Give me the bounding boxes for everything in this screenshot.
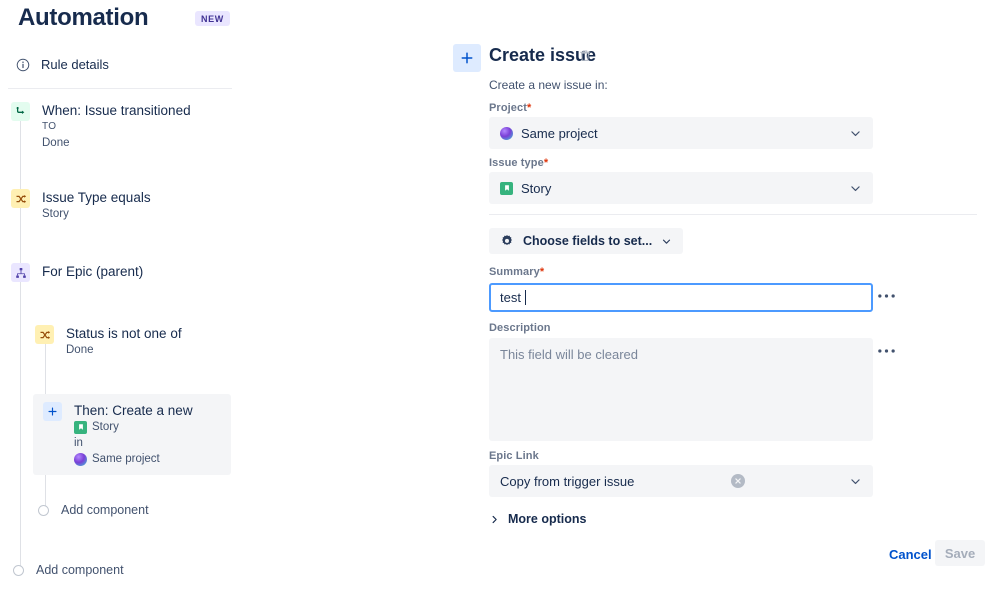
project-avatar-icon	[74, 452, 87, 466]
project-avatar-icon	[500, 126, 513, 140]
tree-node-title: Then: Create a new	[74, 403, 193, 418]
story-icon	[74, 420, 87, 434]
tree-node-connector-word: in	[74, 437, 83, 449]
issue-type-select-value: Story	[521, 180, 552, 196]
create-issue-detail-panel: Create issue Create a new issue in: Proj…	[445, 0, 998, 598]
description-field-label: Description	[489, 322, 551, 334]
required-marker: *	[527, 102, 532, 114]
project-label: Same project	[92, 453, 160, 465]
project-select[interactable]: Same project	[489, 117, 873, 149]
issue-type-label-text: Issue type	[489, 157, 544, 169]
tree-node-status-condition[interactable]: Status is not one of Done	[35, 325, 182, 358]
epic-link-field-label: Epic Link	[489, 450, 539, 462]
chevron-right-icon	[489, 514, 500, 525]
required-marker: *	[539, 266, 545, 278]
chevron-down-icon	[661, 236, 672, 247]
tree-node-sub: Done	[42, 137, 70, 149]
tree-node-sub: TO	[42, 121, 57, 132]
summary-field-label: Summary*	[489, 266, 544, 278]
more-options-label: More options	[508, 512, 587, 526]
epic-link-value: Copy from trigger issue	[500, 473, 635, 489]
tree-node-create-issue-action[interactable]: Then: Create a new Story in Same project	[33, 394, 231, 475]
description-more-menu[interactable]	[877, 342, 896, 358]
add-component-dot-icon	[13, 564, 24, 576]
panel-subtitle: Create a new issue in:	[489, 78, 608, 92]
add-component-label: Add component	[36, 563, 124, 577]
tree-node-title: Status is not one of	[66, 326, 182, 341]
tree-node-title: Issue Type equals	[42, 190, 151, 205]
tree-node-issue-type: Story	[74, 419, 193, 435]
issue-type-field-label: Issue type*	[489, 157, 548, 169]
tree-node-title: For Epic (parent)	[42, 264, 144, 279]
tree-connector-main	[20, 120, 21, 572]
panel-divider	[489, 214, 977, 215]
tree-node-sub: Story	[42, 208, 69, 220]
save-button[interactable]: Save	[935, 540, 985, 566]
add-component-branch-button[interactable]: Add component	[38, 503, 149, 517]
sidebar-item-rule-details[interactable]: Rule details	[12, 55, 113, 74]
issue-type-label: Story	[92, 421, 119, 433]
tree-node-sub: Done	[66, 344, 94, 356]
project-label-text: Project	[489, 102, 527, 114]
trigger-transition-icon	[11, 102, 30, 121]
clear-circle-icon[interactable]	[730, 474, 745, 488]
summary-input-value: test	[500, 290, 521, 305]
tree-node-trigger[interactable]: When: Issue transitioned TO Done	[11, 102, 191, 151]
required-marker: *	[543, 157, 549, 169]
chevron-down-icon	[849, 182, 862, 195]
summary-label-text: Summary	[489, 266, 540, 278]
trash-icon[interactable]	[578, 49, 594, 65]
more-options-toggle[interactable]: More options	[489, 512, 586, 526]
chevron-down-icon	[849, 127, 862, 140]
add-component-label: Add component	[61, 503, 149, 517]
project-field-label: Project*	[489, 102, 531, 114]
tree-node-branch-epic[interactable]: For Epic (parent)	[11, 263, 143, 282]
epic-link-label-text: Epic Link	[489, 450, 539, 462]
panel-plus-icon	[453, 44, 481, 72]
chevron-down-icon	[849, 475, 862, 488]
tree-node-project: Same project	[74, 451, 193, 467]
issue-type-select[interactable]: Story	[489, 172, 873, 204]
tree-node-title: When: Issue transitioned	[42, 103, 191, 118]
description-label-text: Description	[489, 322, 551, 334]
tree-node-issue-type-condition[interactable]: Issue Type equals Story	[11, 189, 151, 222]
info-circle-icon	[16, 58, 30, 72]
page-title: Automation	[18, 4, 149, 31]
condition-compare-icon	[35, 325, 54, 344]
choose-fields-label: Choose fields to set...	[523, 234, 653, 248]
project-select-value: Same project	[521, 125, 598, 141]
cancel-button[interactable]: Cancel	[883, 543, 938, 566]
summary-more-menu[interactable]	[877, 287, 896, 303]
new-badge: NEW	[195, 11, 230, 26]
summary-input[interactable]: test	[489, 283, 873, 312]
description-placeholder: This field will be cleared	[500, 347, 639, 362]
add-component-root-button[interactable]: Add component	[13, 563, 124, 577]
story-icon	[500, 181, 513, 195]
sidebar-divider	[8, 88, 232, 89]
plus-icon	[43, 402, 62, 421]
add-component-dot-icon	[38, 504, 49, 516]
branch-hierarchy-icon	[11, 263, 30, 282]
text-caret	[524, 290, 526, 305]
rule-tree-panel: Automation NEW Rule details When: Issue …	[0, 0, 445, 598]
rule-details-label: Rule details	[41, 57, 109, 72]
condition-compare-icon	[11, 189, 30, 208]
gear-icon	[500, 234, 514, 248]
description-textarea[interactable]: This field will be cleared	[489, 338, 873, 441]
epic-link-select[interactable]: Copy from trigger issue	[489, 465, 873, 497]
choose-fields-button[interactable]: Choose fields to set...	[489, 228, 684, 254]
